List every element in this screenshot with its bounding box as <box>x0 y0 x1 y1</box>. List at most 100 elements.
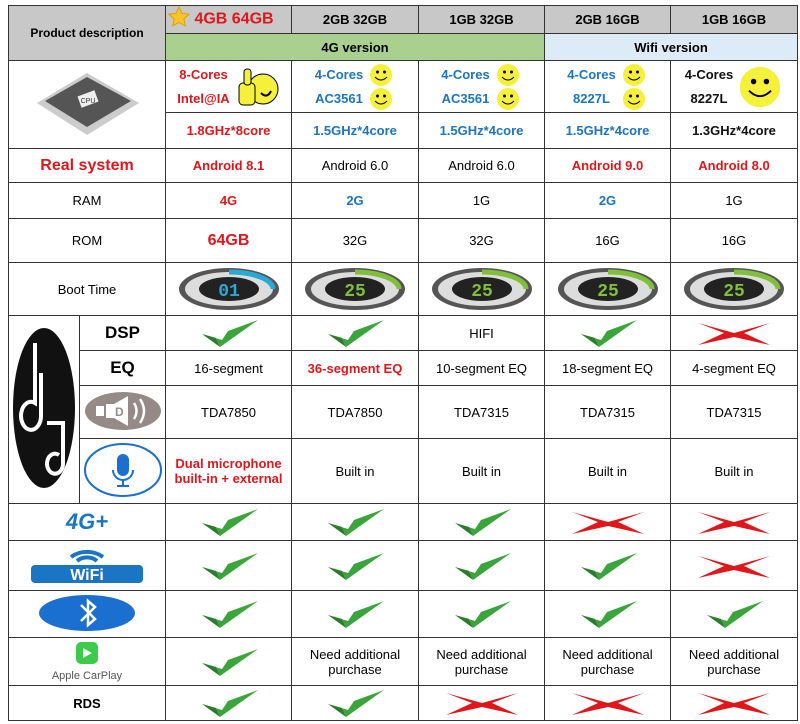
check-icon <box>201 690 258 717</box>
cell-text: Built in <box>335 463 375 479</box>
cell-text: Built in <box>461 463 502 479</box>
smiley-icon <box>496 87 519 110</box>
wifi-logo: WiFi <box>8 540 166 591</box>
eq-label: EQ <box>79 350 166 386</box>
carplay-value: Need additional purchase <box>418 637 545 686</box>
cell-text: Built in <box>587 463 628 479</box>
cpu-cell: 4-Cores AC3561 <box>418 60 545 113</box>
version-4g: 4G version <box>165 33 545 61</box>
cell-text: Android 6.0 <box>448 158 515 173</box>
wifi-value <box>544 540 671 591</box>
check-icon <box>328 601 384 628</box>
microphone-value: Built in <box>544 438 671 504</box>
check-icon <box>580 320 637 347</box>
boot-time-clock-icon: 25 <box>557 268 658 310</box>
amplifier-chip: TDA7315 <box>418 385 545 439</box>
dsp-value: HIFI <box>418 315 545 351</box>
real_system-value: Android 6.0 <box>291 148 419 183</box>
carplay-icon <box>76 641 98 664</box>
cpu-cores: 4-Cores <box>441 66 490 82</box>
boot-time-clock-icon: 25 <box>431 268 532 310</box>
boot-time-cell: 25 <box>291 262 419 316</box>
boot-time-clock-icon: 01 <box>178 268 279 310</box>
bluetooth-icon <box>8 590 166 638</box>
lte-value <box>291 503 419 541</box>
cell-text: 2G <box>598 193 617 208</box>
dsp-value <box>670 315 798 351</box>
dsp-label: DSP <box>79 315 166 351</box>
cell-text: Need additional purchase <box>309 646 401 677</box>
check-icon <box>328 690 384 717</box>
svg-text:25: 25 <box>597 282 619 302</box>
cell-text: 32G <box>469 233 494 248</box>
4g-plus-logo: 4G+ <box>8 503 166 541</box>
carplay-value: Need additional purchase <box>544 637 671 686</box>
cross-icon <box>445 693 518 715</box>
star-icon <box>167 6 191 33</box>
music-disc-icon <box>8 315 80 504</box>
rds-label: RDS <box>8 685 166 721</box>
thumbs-up-smiley-icon <box>238 68 279 105</box>
bluetooth-value <box>670 590 798 638</box>
amp-badge: D <box>115 405 124 419</box>
microphone-value: Built in <box>291 438 419 504</box>
cpu-frequency: 1.5GHz*4core <box>544 112 671 149</box>
cross-icon <box>698 693 770 715</box>
boot-time-cell: 25 <box>544 262 671 316</box>
ram-value: 2G <box>544 182 671 219</box>
check-icon <box>201 509 258 536</box>
version-wifi: Wifi version <box>544 33 798 61</box>
cpu-cores: 8-Cores <box>179 66 228 82</box>
lte-value <box>670 503 798 541</box>
rds-value <box>291 685 419 721</box>
lte-value <box>544 503 671 541</box>
cpu-model: Intel@IA <box>177 90 230 106</box>
model-header-2: 2GB 32GB <box>291 5 419 34</box>
cpu-model: 8227L <box>573 90 610 106</box>
cell-text: TDA7315 <box>580 404 635 420</box>
dsp-value <box>291 315 419 351</box>
wifi-value <box>670 540 798 591</box>
check-icon <box>580 552 637 580</box>
svg-text:01: 01 <box>218 282 240 302</box>
cell-text: 16G <box>721 233 747 248</box>
rom-value: 16G <box>670 218 798 263</box>
bluetooth-value <box>291 590 419 638</box>
cpu-cores: 4-Cores <box>314 66 364 82</box>
comparison-table: Product description 4GB 64GB 2GB 32GB 1G… <box>8 5 798 721</box>
cpu-cores: 4-Cores <box>684 66 734 82</box>
cross-icon <box>571 693 644 715</box>
dsp-value <box>544 315 671 351</box>
cross-icon <box>698 323 770 345</box>
wifi-label: WiFi <box>70 567 104 584</box>
product-description-header: Product description <box>8 5 166 61</box>
bluetooth-value <box>418 590 545 638</box>
cell-text: 1.5GHz*4core <box>313 123 397 138</box>
smiley-icon <box>370 63 393 86</box>
cpu-cell: 4-Cores 8227L <box>544 60 671 113</box>
4g-label: 4G+ <box>65 509 109 534</box>
ram-value: 1G <box>418 182 545 219</box>
carplay-value: Need additional purchase <box>670 637 798 686</box>
lte-value <box>165 503 292 541</box>
ram-label: RAM <box>8 182 166 219</box>
rom-label: ROM <box>8 218 166 263</box>
rom-value: 64GB <box>165 218 292 263</box>
cpu-cell: 4-Cores 8227L <box>670 60 798 113</box>
cpu-icon: CPU <box>8 60 166 149</box>
cell-text: 16-segment <box>194 360 263 376</box>
smiley-icon <box>740 66 781 107</box>
eq-value: 16-segment <box>165 350 292 386</box>
eq-value: 36-segment EQ <box>291 350 419 386</box>
cell-text: TDA7315 <box>706 404 762 420</box>
rds-value <box>165 685 292 721</box>
rom-value: 16G <box>544 218 671 263</box>
check-icon <box>201 552 258 580</box>
cell-text: 1.3GHz*4core <box>692 123 776 138</box>
cell-text: Android 9.0 <box>571 158 644 173</box>
boot-time-cell: 25 <box>670 262 798 316</box>
cell-text: 1.5GHz*4core <box>439 123 524 138</box>
check-icon <box>201 320 258 347</box>
real-system-label: Real system <box>8 148 166 183</box>
amplifier-chip: TDA7850 <box>165 385 292 439</box>
